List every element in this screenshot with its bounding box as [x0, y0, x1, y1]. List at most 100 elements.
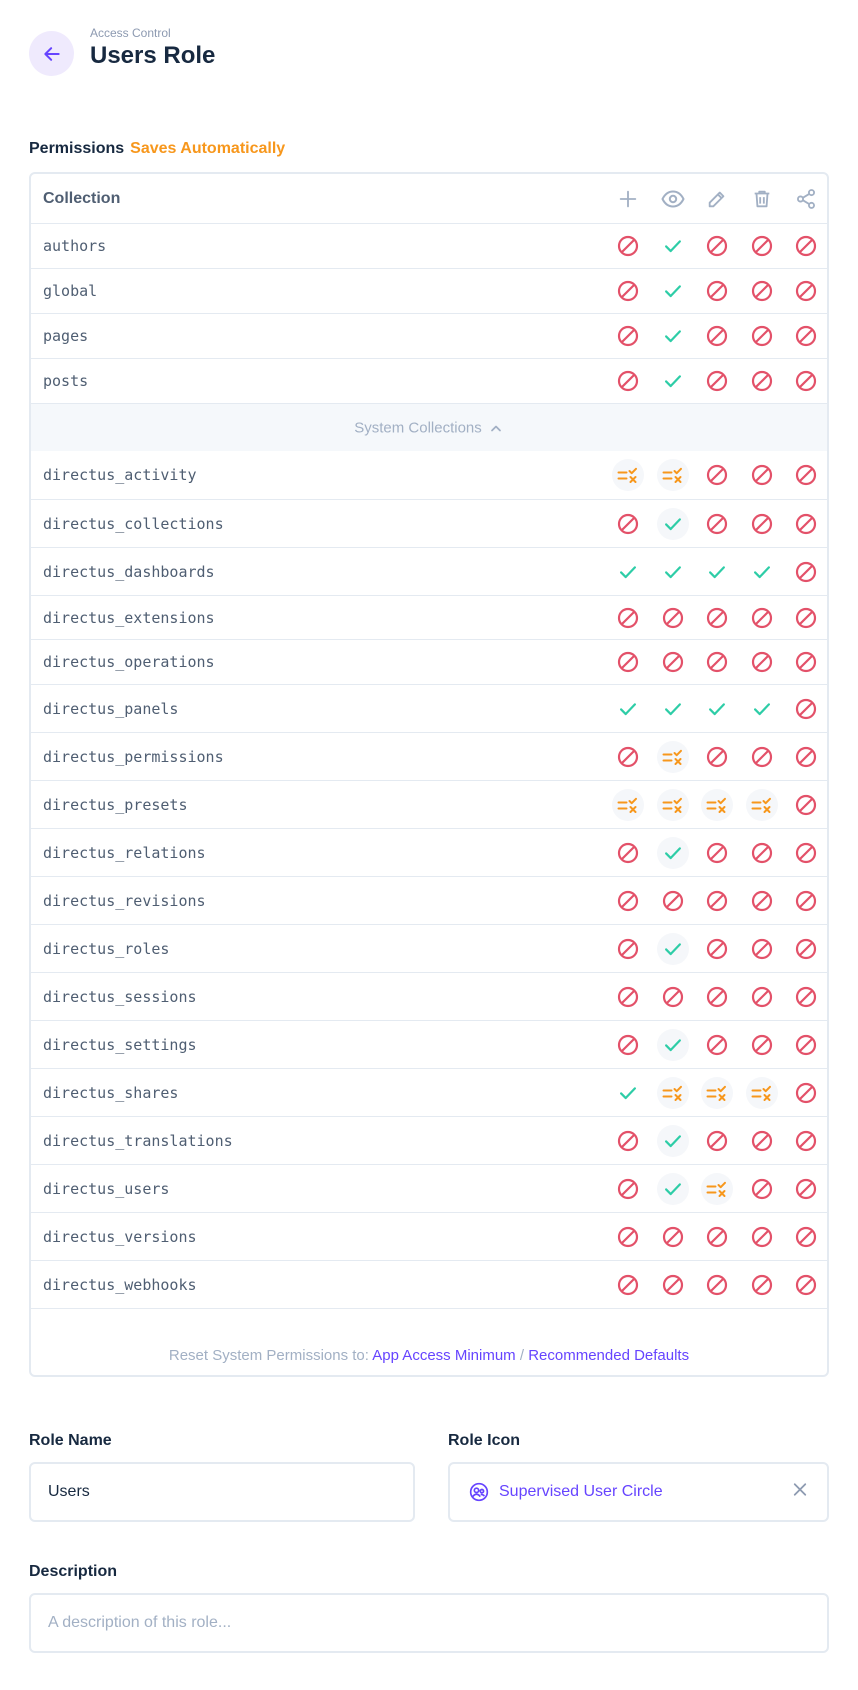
- delete-permission-toggle[interactable]: [746, 459, 778, 491]
- create-permission-toggle[interactable]: [612, 837, 644, 869]
- read-permission-toggle[interactable]: [657, 693, 689, 725]
- share-permission-toggle[interactable]: [790, 365, 822, 397]
- collection-name[interactable]: directus_relations: [43, 844, 206, 862]
- delete-permission-toggle[interactable]: [746, 1173, 778, 1205]
- delete-permission-toggle[interactable]: [746, 693, 778, 725]
- read-permission-toggle[interactable]: [657, 836, 689, 869]
- delete-permission-toggle[interactable]: [746, 837, 778, 869]
- clear-icon-button[interactable]: [791, 1481, 809, 1504]
- create-permission-toggle[interactable]: [612, 1221, 644, 1253]
- share-permission-toggle[interactable]: [790, 508, 822, 540]
- read-permission-toggle[interactable]: [657, 1172, 689, 1205]
- create-permission-toggle[interactable]: [612, 1077, 644, 1109]
- create-permission-toggle[interactable]: [612, 741, 644, 773]
- collection-name[interactable]: directus_webhooks: [43, 1276, 197, 1294]
- share-permission-toggle[interactable]: [790, 885, 822, 917]
- update-permission-toggle[interactable]: [701, 365, 733, 397]
- share-permission-toggle[interactable]: [790, 556, 822, 588]
- share-permission-toggle[interactable]: [790, 741, 822, 773]
- share-permission-toggle[interactable]: [790, 1125, 822, 1157]
- update-permission-toggle[interactable]: [701, 981, 733, 1013]
- delete-permission-toggle[interactable]: [746, 646, 778, 678]
- collection-name[interactable]: directus_translations: [43, 1132, 233, 1150]
- delete-permission-toggle[interactable]: [746, 788, 778, 821]
- read-permission-toggle[interactable]: [657, 646, 689, 678]
- create-permission-toggle[interactable]: [612, 981, 644, 1013]
- share-permission-toggle[interactable]: [790, 1221, 822, 1253]
- update-column-header[interactable]: [701, 183, 733, 215]
- create-permission-toggle[interactable]: [612, 320, 644, 352]
- delete-permission-toggle[interactable]: [746, 230, 778, 262]
- delete-permission-toggle[interactable]: [746, 981, 778, 1013]
- collection-name[interactable]: directus_shares: [43, 1084, 178, 1102]
- update-permission-toggle[interactable]: [701, 741, 733, 773]
- collection-name[interactable]: directus_users: [43, 1180, 169, 1198]
- create-permission-toggle[interactable]: [612, 1269, 644, 1301]
- create-permission-toggle[interactable]: [612, 230, 644, 262]
- back-button[interactable]: [29, 31, 74, 76]
- update-permission-toggle[interactable]: [701, 1269, 733, 1301]
- delete-permission-toggle[interactable]: [746, 885, 778, 917]
- read-permission-toggle[interactable]: [657, 602, 689, 634]
- app-access-minimum-link[interactable]: App Access Minimum: [372, 1347, 515, 1364]
- share-permission-toggle[interactable]: [790, 1173, 822, 1205]
- system-collections-toggle[interactable]: System Collections: [31, 404, 827, 451]
- delete-permission-toggle[interactable]: [746, 1125, 778, 1157]
- read-permission-toggle[interactable]: [657, 788, 689, 821]
- read-permission-toggle[interactable]: [657, 275, 689, 307]
- read-permission-toggle[interactable]: [657, 1076, 689, 1109]
- delete-permission-toggle[interactable]: [746, 556, 778, 588]
- collection-name[interactable]: global: [43, 282, 97, 300]
- update-permission-toggle[interactable]: [701, 602, 733, 634]
- create-permission-toggle[interactable]: [612, 365, 644, 397]
- update-permission-toggle[interactable]: [701, 1125, 733, 1157]
- create-permission-toggle[interactable]: [612, 788, 644, 821]
- update-permission-toggle[interactable]: [701, 788, 733, 821]
- update-permission-toggle[interactable]: [701, 459, 733, 491]
- create-permission-toggle[interactable]: [612, 933, 644, 965]
- collection-name[interactable]: directus_permissions: [43, 748, 224, 766]
- share-permission-toggle[interactable]: [790, 602, 822, 634]
- collection-name[interactable]: directus_collections: [43, 515, 224, 533]
- delete-permission-toggle[interactable]: [746, 602, 778, 634]
- share-permission-toggle[interactable]: [790, 837, 822, 869]
- description-input[interactable]: A description of this role...: [29, 1593, 829, 1653]
- update-permission-toggle[interactable]: [701, 556, 733, 588]
- share-permission-toggle[interactable]: [790, 981, 822, 1013]
- share-permission-toggle[interactable]: [790, 320, 822, 352]
- read-column-header[interactable]: [657, 183, 689, 215]
- create-permission-toggle[interactable]: [612, 1173, 644, 1205]
- create-permission-toggle[interactable]: [612, 556, 644, 588]
- collection-name[interactable]: directus_revisions: [43, 892, 206, 910]
- share-permission-toggle[interactable]: [790, 693, 822, 725]
- create-permission-toggle[interactable]: [612, 508, 644, 540]
- read-permission-toggle[interactable]: [657, 365, 689, 397]
- update-permission-toggle[interactable]: [701, 933, 733, 965]
- share-permission-toggle[interactable]: [790, 1029, 822, 1061]
- create-permission-toggle[interactable]: [612, 275, 644, 307]
- update-permission-toggle[interactable]: [701, 508, 733, 540]
- delete-permission-toggle[interactable]: [746, 1029, 778, 1061]
- update-permission-toggle[interactable]: [701, 230, 733, 262]
- collection-name[interactable]: directus_presets: [43, 796, 188, 814]
- share-permission-toggle[interactable]: [790, 1269, 822, 1301]
- create-column-header[interactable]: [612, 183, 644, 215]
- read-permission-toggle[interactable]: [657, 1028, 689, 1061]
- update-permission-toggle[interactable]: [701, 1221, 733, 1253]
- share-permission-toggle[interactable]: [790, 646, 822, 678]
- breadcrumb[interactable]: Access Control: [90, 26, 215, 40]
- collection-name[interactable]: authors: [43, 237, 106, 255]
- role-icon-select[interactable]: Supervised User Circle: [448, 1462, 829, 1522]
- read-permission-toggle[interactable]: [657, 507, 689, 540]
- create-permission-toggle[interactable]: [612, 1029, 644, 1061]
- create-permission-toggle[interactable]: [612, 885, 644, 917]
- role-name-input[interactable]: Users: [29, 1462, 415, 1522]
- delete-column-header[interactable]: [746, 183, 778, 215]
- update-permission-toggle[interactable]: [701, 1029, 733, 1061]
- share-permission-toggle[interactable]: [790, 230, 822, 262]
- collection-name[interactable]: pages: [43, 327, 88, 345]
- update-permission-toggle[interactable]: [701, 885, 733, 917]
- read-permission-toggle[interactable]: [657, 459, 689, 491]
- collection-name[interactable]: directus_versions: [43, 1228, 197, 1246]
- update-permission-toggle[interactable]: [701, 1172, 733, 1205]
